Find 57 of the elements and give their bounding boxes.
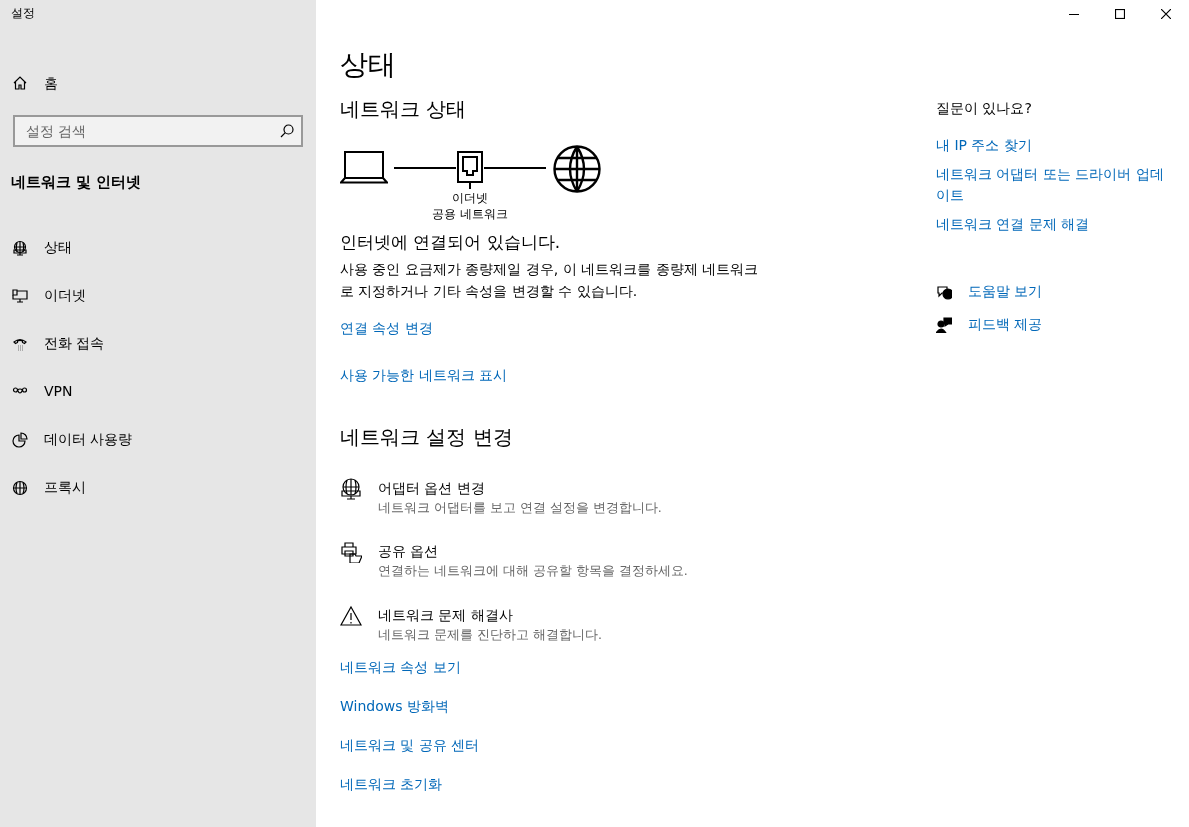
link[interactable]: 사용 가능한 네트워크 표시 <box>340 364 508 386</box>
link[interactable]: 내 IP 주소 찾기 <box>936 135 1032 156</box>
section-title: 네트워크 및 인터넷 <box>10 172 143 193</box>
home-item[interactable]: 홈 <box>0 59 316 107</box>
sidebar-item[interactable]: 전화 접속 <box>0 319 316 368</box>
sidebar-item[interactable]: VPN <box>0 367 316 416</box>
pie-chart-icon <box>12 431 28 448</box>
chat-question-icon <box>936 283 952 300</box>
link[interactable]: 연결 속성 변경 <box>340 317 433 339</box>
link[interactable]: 네트워크 연결 문제 해결 <box>936 214 1090 235</box>
maximize-icon <box>1115 9 1125 19</box>
close-icon <box>1161 9 1171 19</box>
sidebar-item[interactable]: 상태 <box>0 223 316 272</box>
section-heading: 네트워크 설정 변경 <box>340 423 513 451</box>
sidebar-item[interactable]: 프록시 <box>0 463 316 512</box>
link[interactable]: 네트워크 어댑터 또는 드라이버 업데이트 <box>936 164 1176 206</box>
sidebar-item[interactable]: 데이터 사용량 <box>0 415 316 464</box>
page-title: 상태 <box>340 47 396 83</box>
connector-line <box>483 167 546 169</box>
link[interactable]: 도움말 보기 <box>968 281 1043 302</box>
link[interactable]: 피드백 제공 <box>968 314 1043 335</box>
settings-item[interactable]: 공유 옵션 연결하는 네트워크에 대해 공유할 항목을 결정하세요. <box>340 541 688 581</box>
globe-monitor-icon <box>12 239 28 256</box>
item-description: 네트워크 어댑터를 보고 연결 설정을 변경합니다. <box>378 498 662 517</box>
globe-monitor-icon <box>340 477 362 500</box>
item-description: 연결하는 네트워크에 대해 공유할 항목을 결정하세요. <box>378 562 688 581</box>
description-text: 사용 중인 요금제가 종량제일 경우, 이 네트워크를 종량제 네트워크로 지정하거나 기타 속성을 변경할 수 있습니다. <box>340 259 760 301</box>
home-icon <box>12 75 28 91</box>
printer-folder-icon <box>340 541 362 564</box>
item-description: 네트워크 문제를 진단하고 해결합니다. <box>378 626 602 644</box>
link[interactable]: 네트워크 속성 보기 <box>340 656 461 678</box>
search-icon <box>280 124 294 138</box>
warning-icon <box>340 605 362 627</box>
adapter-label: 이더넷 <box>450 190 489 206</box>
connection-status: 인터넷에 연결되어 있습니다. <box>340 232 561 252</box>
network-label: 공용 네트워크 <box>432 206 508 222</box>
item-title: 네트워크 문제 해결사 <box>378 606 514 625</box>
window-title: 설정 <box>10 5 35 22</box>
ethernet-port-icon <box>454 150 485 190</box>
monitor-plug-icon <box>12 287 28 304</box>
person-chat-icon <box>936 316 952 333</box>
settings-item[interactable]: 네트워크 문제 해결사 네트워크 문제를 진단하고 해결합니다. <box>340 605 602 645</box>
search-field[interactable]: 설정 검색 <box>13 115 303 147</box>
item-title: 공유 옵션 <box>378 542 440 562</box>
laptop-icon <box>340 150 388 184</box>
section-heading: 네트워크 상태 <box>340 96 467 123</box>
link[interactable]: Windows 방화벽 <box>340 695 449 717</box>
link[interactable]: 네트워크 및 공유 센터 <box>340 734 480 756</box>
globe-icon <box>12 479 28 496</box>
connector-line <box>394 167 456 169</box>
settings-item[interactable]: 어댑터 옵션 변경 네트워크 어댑터를 보고 연결 설정을 변경합니다. <box>340 477 662 518</box>
minimize-icon <box>1069 13 1079 15</box>
item-title: 어댑터 옵션 변경 <box>378 478 486 498</box>
globe-icon <box>551 144 602 194</box>
sidebar-item[interactable]: 이더넷 <box>0 271 316 320</box>
link[interactable]: 네트워크 초기화 <box>340 773 443 795</box>
aside-heading: 질문이 있나요? <box>936 100 1032 116</box>
